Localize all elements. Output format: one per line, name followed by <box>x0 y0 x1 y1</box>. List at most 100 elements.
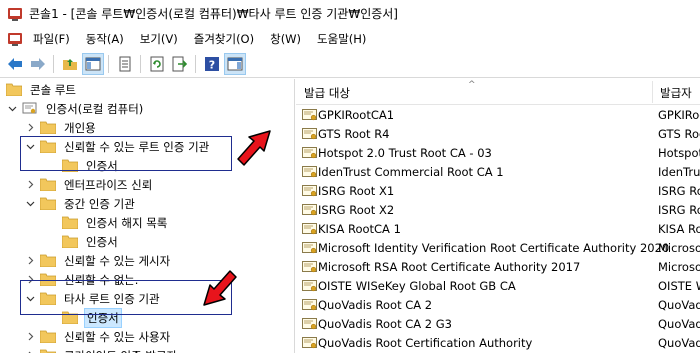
issued-by-cell: ISRG Root X2 <box>658 203 700 217</box>
certificate-icon <box>302 337 317 349</box>
back-button[interactable] <box>4 53 26 75</box>
issued-to-cell: ISRG Root X2 <box>318 203 395 217</box>
chevron-right-icon[interactable] <box>24 179 36 191</box>
tree-item[interactable]: 중간 인증 기관 <box>24 194 137 213</box>
folder-icon <box>40 197 56 210</box>
list-item[interactable]: QuoVadis Root CA 2 QuoVadis Ro <box>296 296 700 315</box>
list-item[interactable]: GTS Root R4 GTS Root R4 <box>296 125 700 144</box>
tree-item-console-root[interactable]: 콘솔 루트 <box>6 80 78 99</box>
toolbar-separator <box>140 54 141 73</box>
sort-up-icon: ^ <box>468 80 476 90</box>
menu-favorites[interactable]: 즐겨찾기(O) <box>186 29 262 49</box>
list-item[interactable]: ISRG Root X2 ISRG Root X2 <box>296 201 700 220</box>
menu-window[interactable]: 창(W) <box>262 29 309 49</box>
issued-by-cell: QuoVadis Ro <box>658 336 700 350</box>
folder-icon <box>40 254 56 267</box>
tree-item-label: 신뢰할 수 있는 사용자 <box>64 329 171 344</box>
issued-to-cell: IdenTrust Commercial Root CA 1 <box>318 165 504 179</box>
list-item[interactable]: GPKIRootCA1 GPKIRootCA1 <box>296 106 700 125</box>
help-button[interactable]: ? <box>201 53 223 75</box>
issued-to-cell: OISTE WISeKey Global Root GB CA <box>318 279 516 293</box>
list-item[interactable]: Hotspot 2.0 Trust Root CA - 03 Hotspot 2.… <box>296 144 700 163</box>
menu-action[interactable]: 동작(A) <box>78 29 132 49</box>
issued-by-cell: GTS Root R4 <box>658 127 700 141</box>
list-item[interactable]: Microsoft RSA Root Certificate Authority… <box>296 258 700 277</box>
tree-item[interactable]: 신뢰할 수 있는 게시자 <box>24 251 172 270</box>
tree-item-certificates-local[interactable]: 인증서(로컬 컴퓨터) <box>6 99 145 118</box>
action-pane-icon <box>227 57 243 70</box>
certificate-icon <box>302 166 317 178</box>
chevron-right-icon[interactable] <box>24 331 36 343</box>
certificate-icon <box>302 318 317 330</box>
certificate-icon <box>302 242 317 254</box>
chevron-right-icon[interactable] <box>24 255 36 267</box>
tree-item-label: 인증서(로컬 컴퓨터) <box>46 101 144 116</box>
toolbar-separator <box>108 54 109 73</box>
list-item[interactable]: IdenTrust Commercial Root CA 1 IdenTrust … <box>296 163 700 182</box>
action-pane-button[interactable] <box>224 52 246 75</box>
tree-item-label: 개인용 <box>64 120 96 135</box>
list-item[interactable]: QuoVadis Root Certification Authority Quo… <box>296 334 700 353</box>
certificate-icon <box>302 147 317 159</box>
console-icon[interactable] <box>7 31 23 47</box>
list-item[interactable]: QuoVadis Root CA 2 G3 QuoVadis Ro <box>296 315 700 334</box>
tree-item-label: 인증서 <box>86 234 118 249</box>
chevron-down-icon[interactable] <box>24 198 36 210</box>
list-header: ^ 발급 대상 발급자 <box>296 79 700 105</box>
tree-item[interactable]: 인증서 <box>46 232 120 251</box>
chevron-down-icon[interactable] <box>6 103 18 115</box>
column-issued-to[interactable]: 발급 대상 <box>296 79 350 105</box>
certificate-icon <box>302 128 317 140</box>
issued-by-cell: OISTE WISeK <box>658 279 700 293</box>
toolbar: ? <box>0 50 700 78</box>
tree-item[interactable]: 인증서 해지 목록 <box>46 213 169 232</box>
up-folder-button[interactable] <box>59 53 81 75</box>
certificate-icon <box>302 261 317 273</box>
chevron-right-icon[interactable] <box>24 122 36 134</box>
tree-item[interactable]: 엔터프라이즈 신뢰 <box>24 175 154 194</box>
tree-item-label: 인증서 해지 목록 <box>86 215 168 230</box>
forward-icon <box>31 57 45 70</box>
issued-by-cell: QuoVadis Ro <box>658 298 700 312</box>
tree-item[interactable]: 개인용 <box>24 118 98 137</box>
list-item[interactable]: Microsoft Identity Verification Root Cer… <box>296 239 700 258</box>
list-item[interactable]: KISA RootCA 1 KISA RootCA <box>296 220 700 239</box>
red-arrow-icon <box>203 270 237 306</box>
properties-button[interactable] <box>114 53 136 75</box>
certificate-icon <box>302 185 317 197</box>
certificate-list[interactable]: ^ 발급 대상 발급자 GPKIRootCA1 GPKIRootCA1 GTS Ro… <box>296 79 700 353</box>
refresh-button[interactable] <box>146 53 168 75</box>
title-bar: 콘솔1 - [콘솔 루트₩인증서(로컬 컴퓨터)₩타사 루트 인증 기관₩인증서… <box>0 0 700 27</box>
export-button[interactable] <box>169 53 191 75</box>
tree-item-label: 신뢰할 수 있는 게시자 <box>64 253 171 268</box>
issued-by-cell: ISRG Root X1 <box>658 184 700 198</box>
list-item[interactable]: ISRG Root X1 ISRG Root X1 <box>296 182 700 201</box>
highlight-box-trusted-root <box>20 136 232 171</box>
tree-item[interactable]: 신뢰할 수 있는 사용자 <box>24 327 172 346</box>
console-tree[interactable]: 콘솔 루트 인증서(로컬 컴퓨터) 개인용 신뢰할 수 있는 루트 인증 기관 인증… <box>0 79 295 353</box>
red-arrow-icon <box>237 130 271 166</box>
list-item[interactable]: OISTE WISeKey Global Root GB CA OISTE WIS… <box>296 277 700 296</box>
window-title: 콘솔1 - [콘솔 루트₩인증서(로컬 컴퓨터)₩타사 루트 인증 기관₩인증서… <box>29 7 398 21</box>
issued-by-cell: QuoVadis Ro <box>658 317 700 331</box>
certificate-icon <box>302 280 317 292</box>
issued-to-cell: Microsoft RSA Root Certificate Authority… <box>318 260 581 274</box>
menu-help[interactable]: 도움말(H) <box>309 29 374 49</box>
folder-icon <box>40 178 56 191</box>
folder-icon <box>6 83 22 96</box>
tree-item[interactable]: 클라이언트 인증 발급자 <box>24 346 179 353</box>
issued-to-cell: QuoVadis Root Certification Authority <box>318 336 533 350</box>
menu-file[interactable]: 파일(F) <box>25 29 78 49</box>
column-issued-by[interactable]: 발급자 <box>652 79 692 105</box>
certificate-icon <box>302 223 317 235</box>
folder-icon <box>62 235 78 248</box>
tree-item-label: 엔터프라이즈 신뢰 <box>64 177 153 192</box>
folder-icon <box>40 330 56 343</box>
show-tree-button[interactable] <box>82 52 104 75</box>
menu-view[interactable]: 보기(V) <box>132 29 186 49</box>
certificate-icon <box>302 299 317 311</box>
up-folder-icon <box>63 58 77 70</box>
forward-button[interactable] <box>27 53 49 75</box>
chevron-right-icon[interactable] <box>24 350 36 353</box>
issued-to-cell: Microsoft Identity Verification Root Cer… <box>318 241 670 255</box>
